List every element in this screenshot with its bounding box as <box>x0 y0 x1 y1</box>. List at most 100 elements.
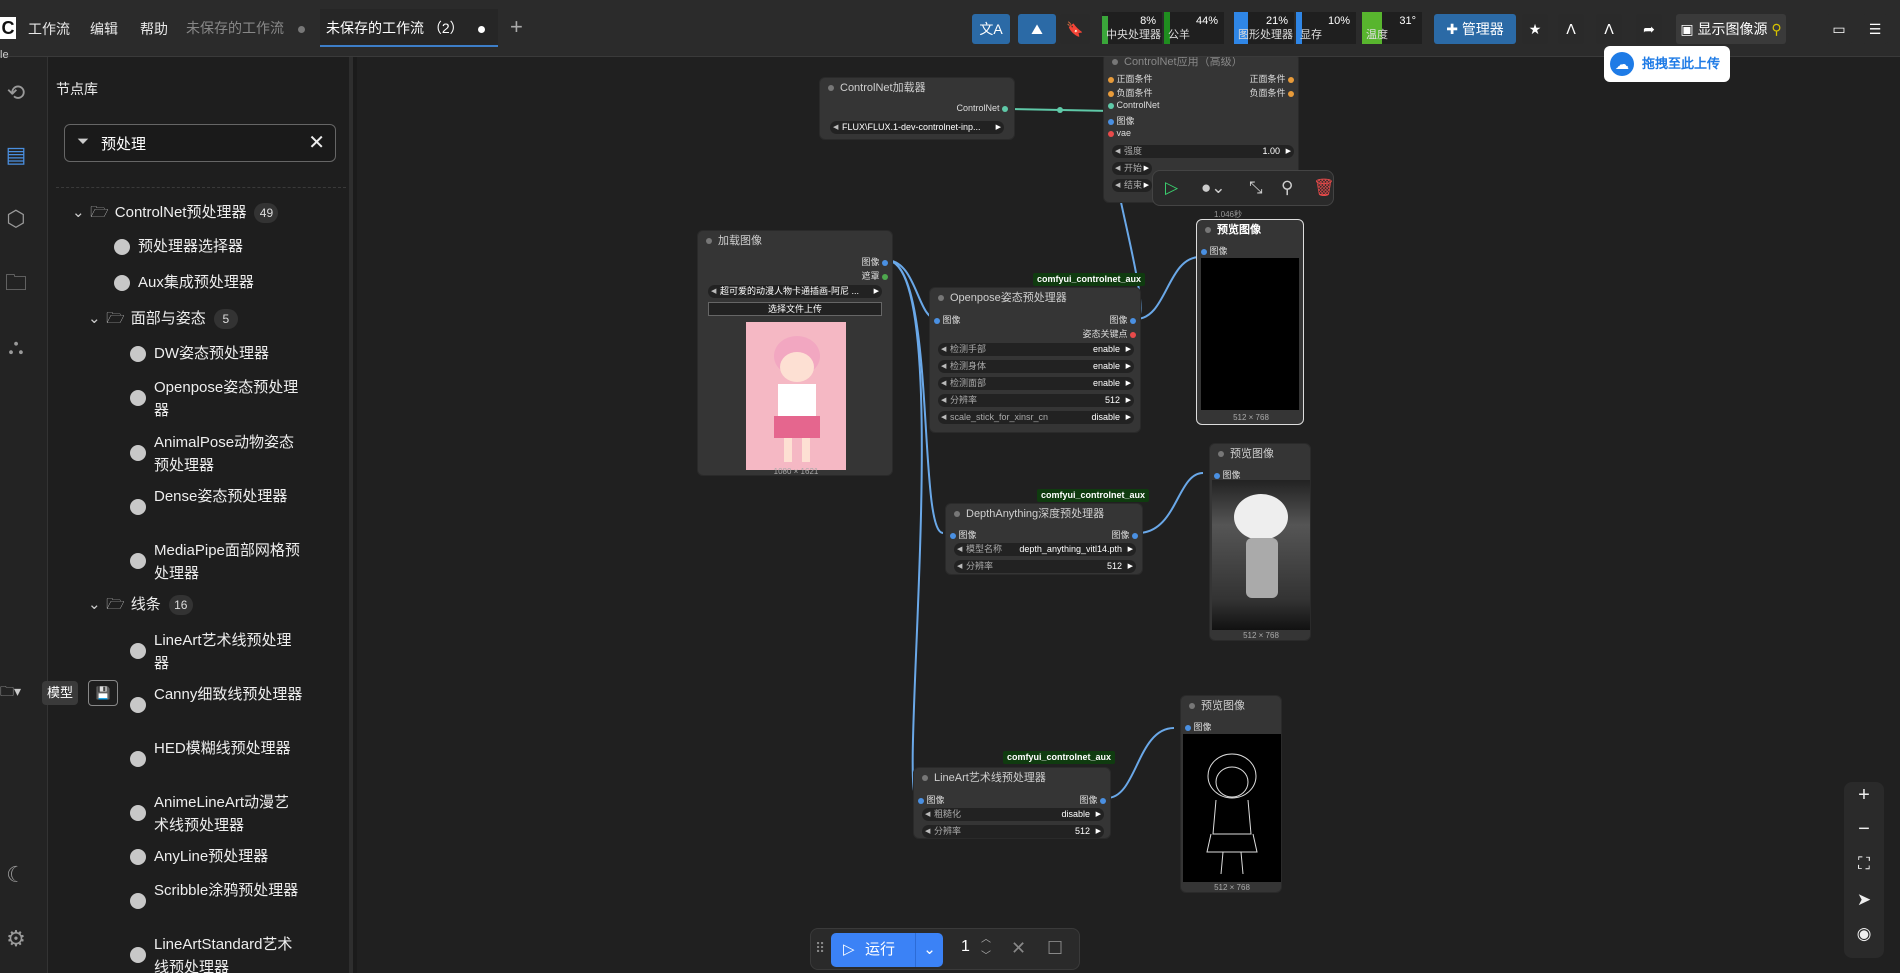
model-library-icon[interactable]: ⬡ <box>0 203 32 235</box>
input-image[interactable]: 图像 <box>934 313 961 326</box>
resolution-widget[interactable]: 分辨率 512 <box>922 825 1104 838</box>
workflows-icon[interactable]: 🗀 <box>0 267 32 299</box>
tab-workflow-2[interactable]: 未保存的工作流 （2） <box>320 9 498 47</box>
model-select[interactable]: FLUX\FLUX.1-dev-controlnet-inp... <box>830 121 1004 134</box>
theme-moon-icon[interactable]: ☾ <box>0 859 32 891</box>
menu-help[interactable]: 帮助 <box>140 19 168 39</box>
input-vae[interactable]: vae <box>1108 128 1131 138</box>
save-icon[interactable]: 💾 <box>88 680 118 706</box>
list-item[interactable]: LineArt艺术线预处理器 <box>154 629 304 675</box>
resolution-widget[interactable]: 分辨率 512 <box>954 560 1136 573</box>
upload-drop-hint[interactable]: ☁ 拖拽至此上传 <box>1604 46 1730 82</box>
image-source-button[interactable]: ▣ 显示图像源 ⚲ <box>1676 14 1786 44</box>
list-item[interactable]: MediaPipe面部网格预处理器 <box>154 539 304 585</box>
app-logo[interactable]: C <box>0 17 16 39</box>
list-item[interactable]: Dense姿态预处理器 <box>154 485 304 508</box>
input-positive[interactable]: 正面条件 <box>1108 72 1153 85</box>
color-picker-icon[interactable]: ●⌄ <box>1201 178 1226 198</box>
tree-group-controlnet[interactable]: ⌄ 🗁 ControlNet预处理器 49 <box>72 201 279 224</box>
resolution-widget[interactable]: 分辨率 512 <box>938 394 1134 407</box>
star-icon[interactable]: ★ <box>1522 14 1548 44</box>
input-image[interactable]: 图像 <box>1108 114 1135 127</box>
input-controlnet[interactable]: ControlNet <box>1108 100 1160 110</box>
list-item[interactable]: Canny细致线预处理器 <box>154 683 304 706</box>
model-manager-icon[interactable]: ⛰ <box>1018 14 1056 44</box>
list-item[interactable]: Scribble涂鸦预处理器 <box>154 879 304 902</box>
graph-canvas[interactable]: ControlNet加载器 ControlNet FLUX\FLUX.1-dev… <box>357 57 1900 973</box>
input-image[interactable]: 图像 <box>1185 720 1212 733</box>
node-preview-3[interactable]: 预览图像 图像 512 × 768 <box>1180 695 1282 893</box>
list-item[interactable]: AnimalPose动物姿态预处理器 <box>154 431 304 477</box>
coarse-widget[interactable]: 粗糙化 disable <box>922 808 1104 821</box>
list-item[interactable]: LineArtStandard艺术线预处理器 <box>154 933 304 973</box>
output-image[interactable]: 图像 <box>1111 528 1138 541</box>
detect-face-widget[interactable]: 检测面部 enable <box>938 377 1134 390</box>
input-negative[interactable]: 负面条件 <box>1108 86 1153 99</box>
folder-toggle-icon[interactable]: 🗀▾ <box>0 681 21 705</box>
navigate-icon[interactable]: ➤ <box>1844 890 1884 910</box>
share-icon[interactable]: ➦ <box>1636 14 1662 44</box>
model-name-widget[interactable]: 模型名称 depth_anything_vitl14.pth <box>954 543 1136 556</box>
visibility-eye-icon[interactable]: ◉ <box>1844 924 1884 944</box>
output-image[interactable]: 图像 <box>1079 793 1106 806</box>
zoom-in-icon[interactable]: + <box>1844 784 1884 807</box>
list-item[interactable]: AnyLine预处理器 <box>154 845 304 868</box>
tree-group-lines[interactable]: ⌄ 🗁 线条 16 <box>88 593 193 616</box>
node-depth[interactable]: DepthAnything深度预处理器 图像 图像 模型名称 depth_anyt… <box>945 503 1143 575</box>
cancel-icon[interactable]: ✕ <box>1011 938 1026 959</box>
panel-toggle-icon[interactable]: ▭ <box>1826 14 1852 44</box>
node-controlnet-loader[interactable]: ControlNet加载器 ControlNet FLUX\FLUX.1-dev… <box>819 77 1015 140</box>
sigma-icon[interactable]: ⴷ <box>1558 14 1584 44</box>
node-preview-2[interactable]: 预览图像 图像 512 × 768 <box>1209 443 1311 641</box>
output-negative[interactable]: 负面条件 <box>1249 86 1294 99</box>
input-image[interactable]: 图像 <box>918 793 945 806</box>
model-chip[interactable]: 模型 <box>42 681 79 705</box>
list-item[interactable]: 预处理器选择器 <box>138 235 288 258</box>
tree-group-face-pose[interactable]: ⌄ 🗁 面部与姿态 5 <box>88 307 238 330</box>
list-item[interactable]: Openpose姿态预处理器 <box>154 376 304 422</box>
file-select[interactable]: 超可爱的动漫人物卡通插画-阿尼 ... <box>708 285 882 298</box>
scale-stick-widget[interactable]: scale_stick_for_xinsr_cn disable <box>938 411 1134 424</box>
node-map-icon[interactable]: ⛬ <box>0 331 32 363</box>
add-tab-button[interactable]: + <box>510 14 523 40</box>
list-item[interactable]: Aux集成预处理器 <box>138 271 288 294</box>
bookmark-icon[interactable]: 🔖 <box>1060 14 1090 44</box>
node-preview-1[interactable]: 预览图像 图像 512 × 768 <box>1196 219 1304 425</box>
input-image[interactable]: 图像 <box>1201 244 1228 257</box>
detect-body-widget[interactable]: 检测身体 enable <box>938 360 1134 373</box>
input-image[interactable]: 图像 <box>950 528 977 541</box>
hamburger-icon[interactable]: ☰ <box>1862 14 1888 44</box>
start-widget[interactable]: 开始 <box>1112 162 1152 175</box>
stop-icon[interactable]: ☐ <box>1047 938 1063 959</box>
fit-view-icon[interactable]: ⛶ <box>1844 854 1884 874</box>
menu-workflow[interactable]: 工作流 <box>28 19 70 39</box>
node-library-icon[interactable]: ▤ <box>0 139 32 171</box>
translate-icon[interactable]: 文A <box>972 14 1010 44</box>
menu-edit[interactable]: 编辑 <box>90 19 118 39</box>
list-item[interactable]: HED模糊线预处理器 <box>154 737 304 760</box>
pin-icon[interactable]: ⚲ <box>1281 178 1293 198</box>
output-positive[interactable]: 正面条件 <box>1249 72 1294 85</box>
batch-count-input[interactable]: 1 <box>961 938 970 956</box>
output-mask[interactable]: 遮罩 <box>861 269 888 282</box>
strength-widget[interactable]: 强度 1.00 <box>1112 145 1294 158</box>
output-image[interactable]: 图像 <box>861 255 888 268</box>
output-image[interactable]: 图像 <box>1109 313 1136 326</box>
list-item[interactable]: DW姿态预处理器 <box>154 342 304 365</box>
drag-handle-icon[interactable]: ⠿ <box>815 940 825 957</box>
list-item[interactable]: AnimeLineArt动漫艺术线预处理器 <box>154 791 304 837</box>
end-widget[interactable]: 结束 <box>1112 179 1152 192</box>
run-node-icon[interactable]: ▷ <box>1165 178 1178 198</box>
stepper-icon[interactable]: ︿ ﹀ <box>981 931 991 965</box>
sigma-alt-icon[interactable]: ⴷ <box>1596 14 1622 44</box>
detect-hand-widget[interactable]: 检测手部 enable <box>938 343 1134 356</box>
manager-button[interactable]: ✚ 管理器 <box>1434 14 1516 44</box>
filter-icon[interactable]: ⏷ <box>77 133 89 150</box>
bypass-icon[interactable]: ⤡ <box>1249 178 1263 198</box>
node-openpose[interactable]: Openpose姿态预处理器 图像 图像 姿态关键点 检测手部 enable 检测… <box>929 287 1141 433</box>
tab-workflow-1[interactable]: 未保存的工作流 <box>180 9 314 47</box>
chevron-down-icon[interactable]: ⌄ <box>915 933 943 967</box>
node-load-image[interactable]: 加载图像 图像 遮罩 超可爱的动漫人物卡通插画-阿尼 ... 选择文件上传 10… <box>697 230 893 476</box>
search-input[interactable] <box>101 133 301 153</box>
clear-icon[interactable]: ✕ <box>308 130 325 155</box>
